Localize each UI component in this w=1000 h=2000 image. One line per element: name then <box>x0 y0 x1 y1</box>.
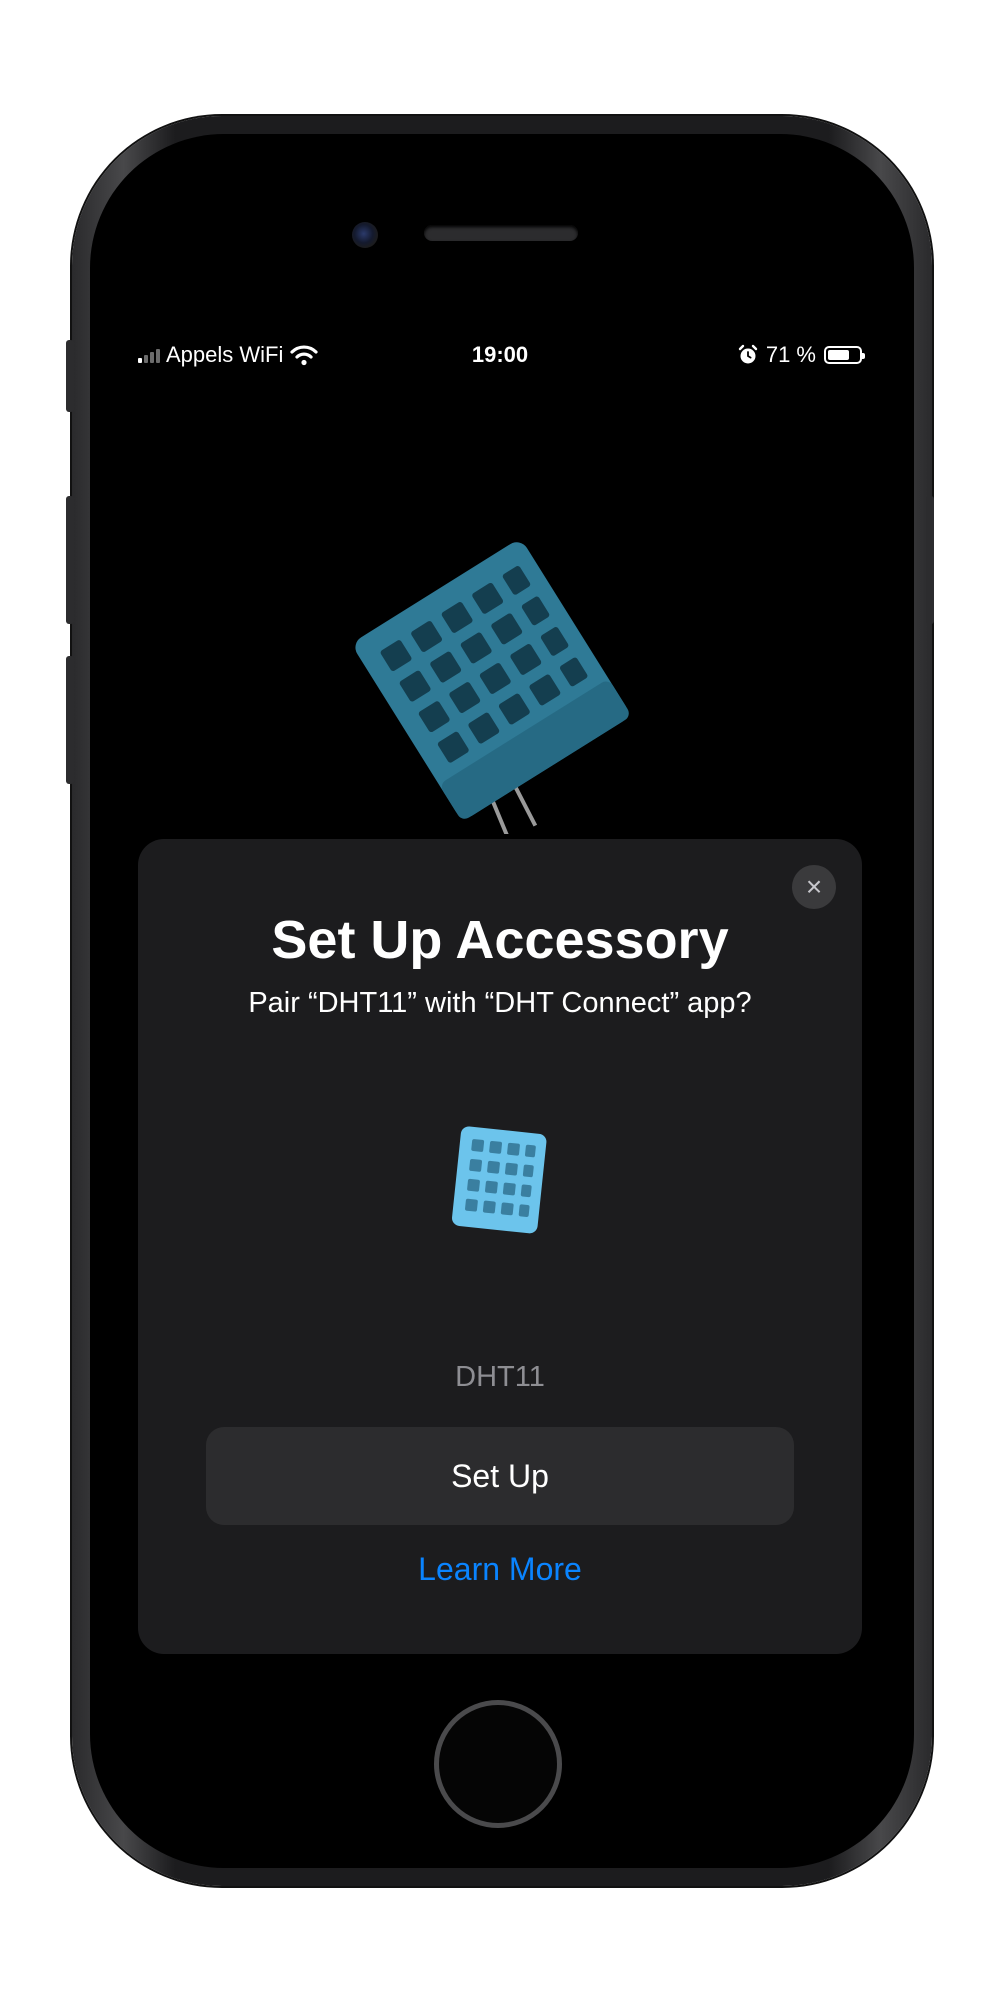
screen: Appels WiFi 19:00 71 % × Set Up Accessor… <box>124 334 876 1668</box>
ringer-switch <box>66 340 74 412</box>
status-bar: Appels WiFi 19:00 71 % <box>124 334 876 376</box>
setup-accessory-sheet: × Set Up Accessory Pair “DHT11” with “DH… <box>138 839 862 1654</box>
device-name: DHT11 <box>455 1361 545 1393</box>
set-up-button[interactable]: Set Up <box>206 1427 794 1525</box>
alarm-icon <box>738 344 758 364</box>
status-right: 71 % <box>738 342 865 368</box>
close-button[interactable]: × <box>792 865 836 909</box>
battery-icon <box>824 346 865 364</box>
volume-down-button <box>66 656 74 784</box>
device-image <box>452 1126 547 1234</box>
sheet-subtitle: Pair “DHT11” with “DHT Connect” app? <box>248 987 752 1019</box>
sensor-hero-image <box>355 542 629 834</box>
home-button[interactable] <box>434 1700 562 1828</box>
sheet-title: Set Up Accessory <box>271 910 729 970</box>
front-camera <box>352 222 378 248</box>
earpiece-speaker <box>424 225 578 241</box>
battery-percent: 71 % <box>765 342 816 367</box>
learn-more-link[interactable]: Learn More <box>138 1551 862 1588</box>
volume-up-button <box>66 496 74 624</box>
power-button <box>926 496 934 624</box>
